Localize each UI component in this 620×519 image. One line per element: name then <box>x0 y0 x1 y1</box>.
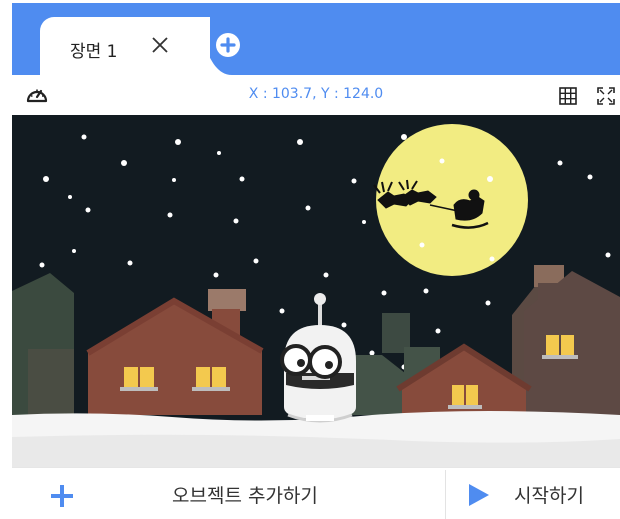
fullscreen-icon[interactable] <box>597 87 615 105</box>
bottom-bar: 오브젝트 추가하기 시작하기 <box>12 467 620 519</box>
close-icon[interactable] <box>148 33 172 57</box>
stage-toolbar: X : 103.7, Y : 124.0 <box>12 75 620 115</box>
add-object-button[interactable]: 오브젝트 추가하기 <box>12 468 444 519</box>
play-icon <box>468 483 490 507</box>
stage-canvas[interactable] <box>12 115 620 467</box>
add-tab-icon[interactable] <box>216 33 240 57</box>
left-edge <box>0 0 12 518</box>
coordinate-readout: X : 103.7, Y : 124.0 <box>248 86 384 102</box>
start-button[interactable]: 시작하기 <box>446 468 620 519</box>
scene-tab-bar: 장면 1 <box>12 3 620 75</box>
grid-icon[interactable] <box>559 87 577 105</box>
add-object-label: 오브젝트 추가하기 <box>172 485 318 507</box>
scene-tab-title: 장면 1 <box>70 42 118 62</box>
plus-icon <box>50 484 74 508</box>
start-label: 시작하기 <box>514 485 584 507</box>
scene-tab[interactable]: 장면 1 <box>40 17 210 75</box>
